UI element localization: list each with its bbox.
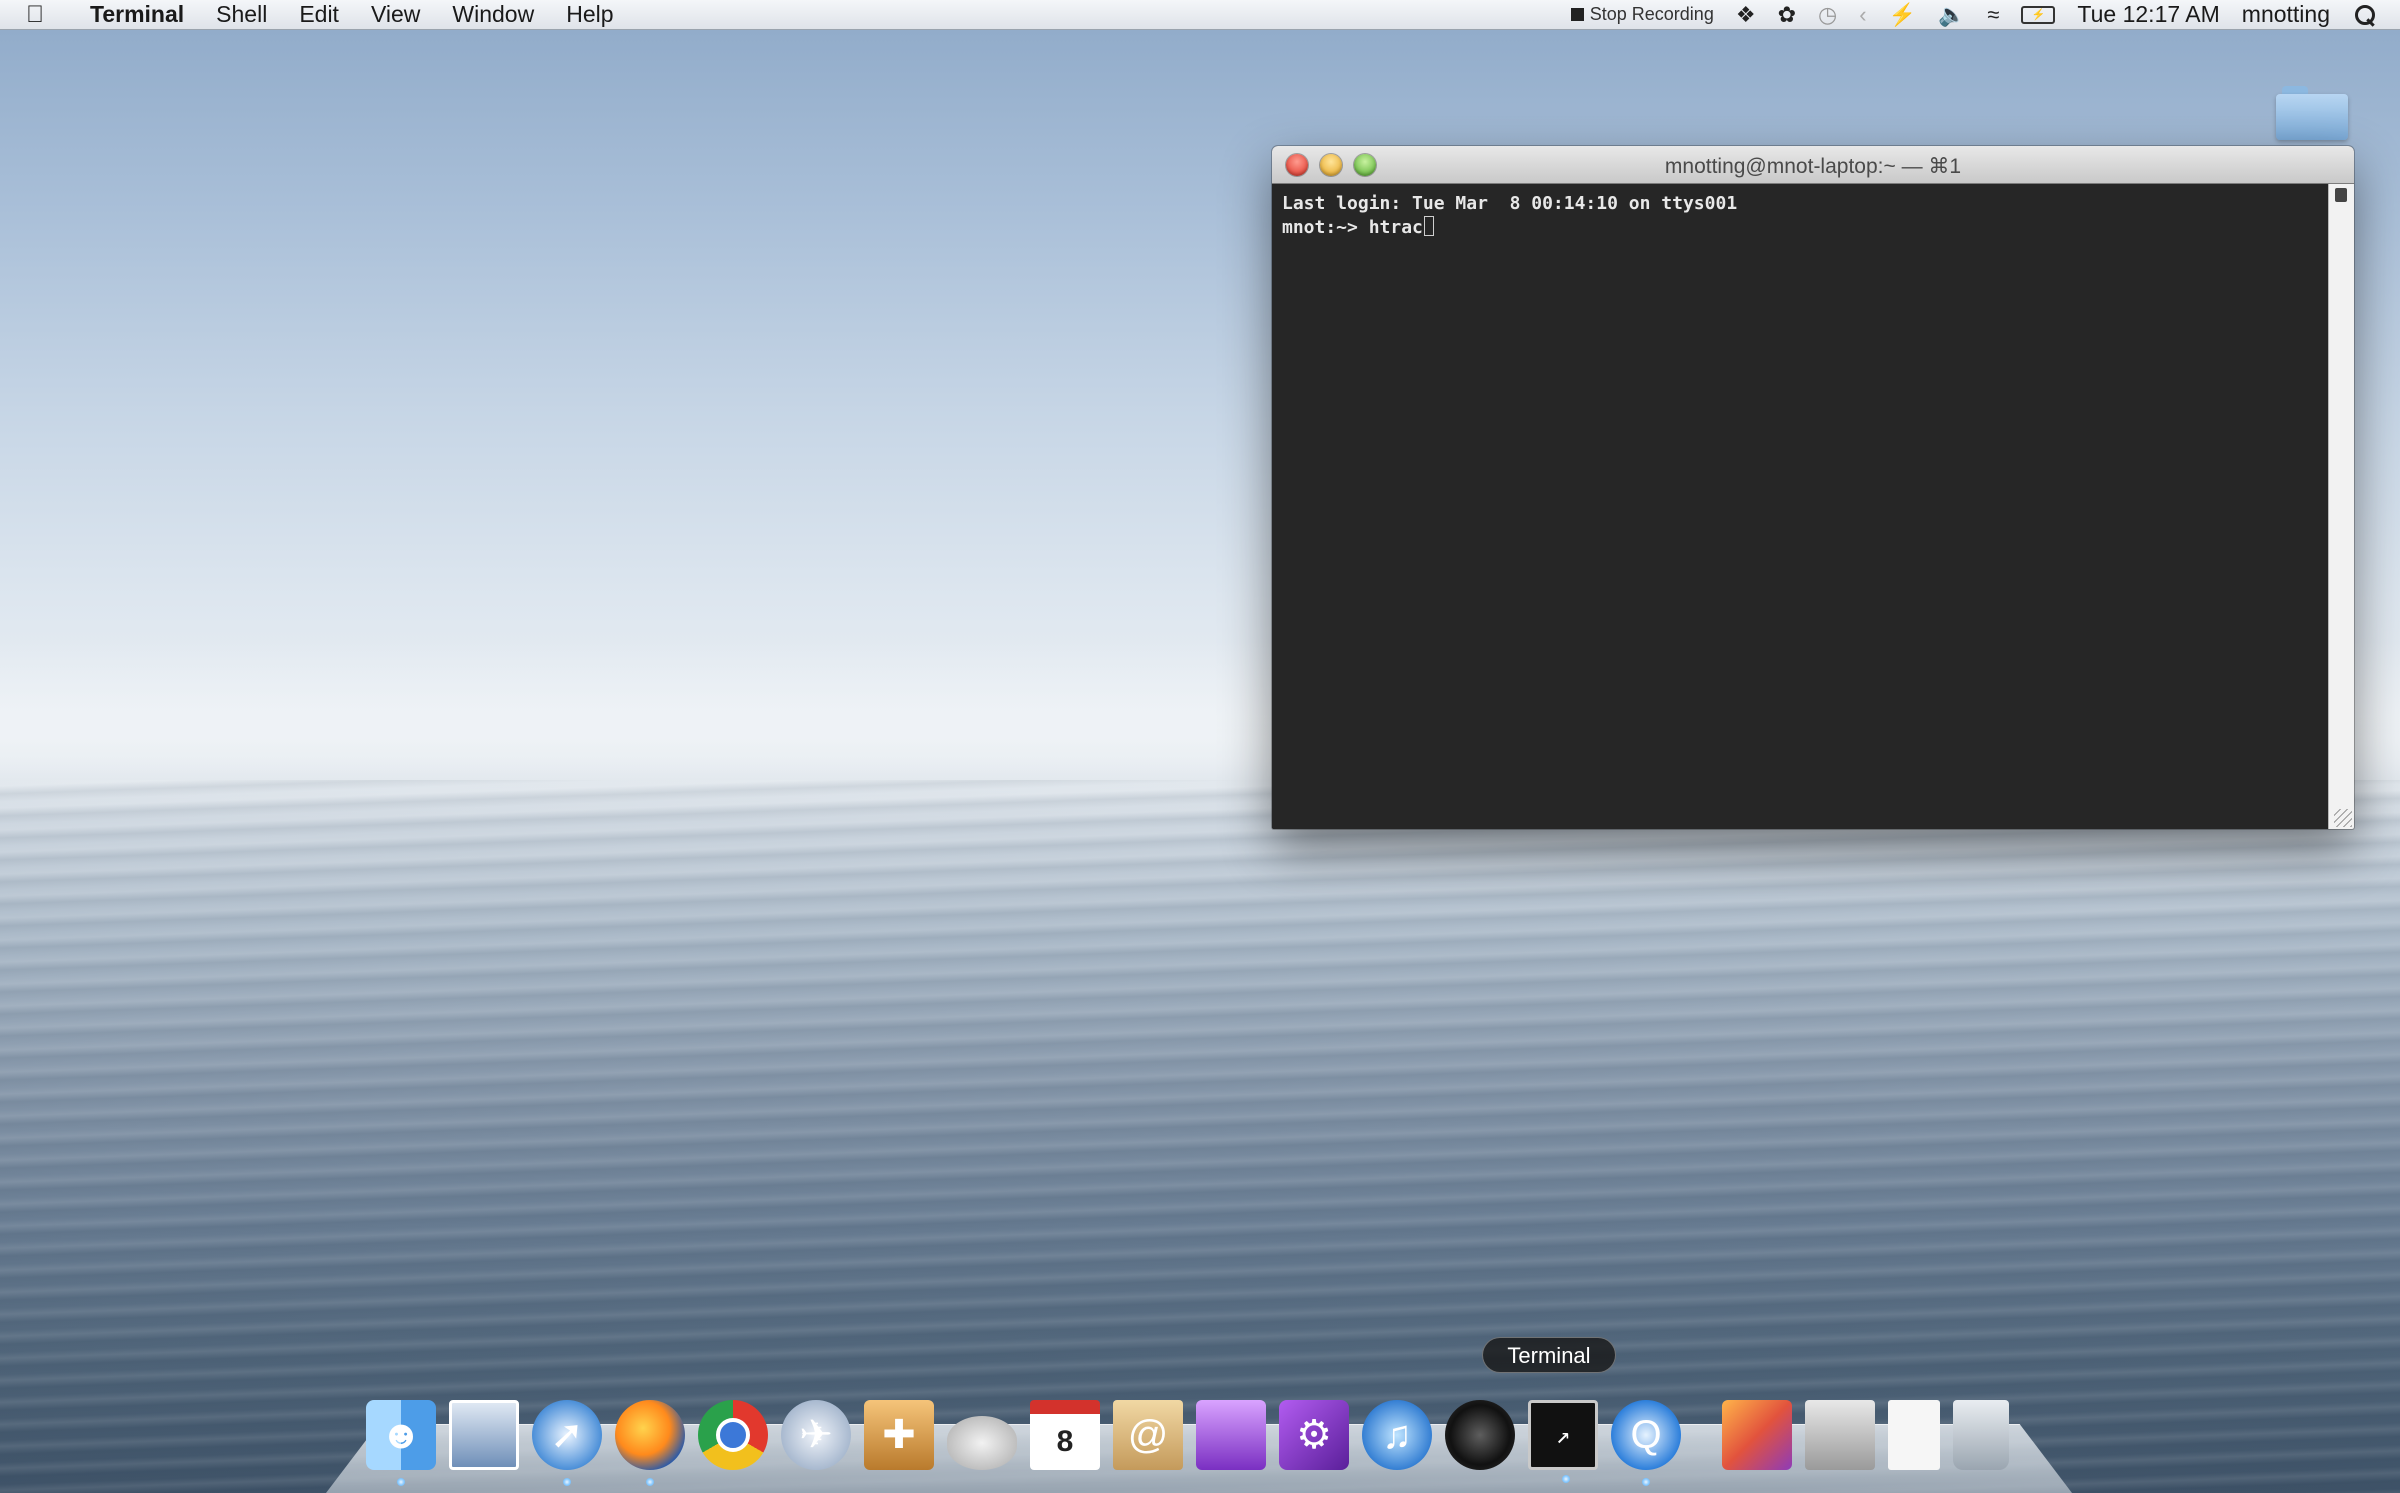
folder-body <box>2276 94 2348 140</box>
power-icon[interactable]: ⚡ <box>1889 2 1916 28</box>
resize-handle[interactable] <box>2334 809 2352 827</box>
dropbox-icon[interactable]: ❖ <box>1736 2 1756 28</box>
growl-icon[interactable]: ✿ <box>1778 2 1796 28</box>
stop-icon <box>1570 8 1584 21</box>
spotlight-icon[interactable] <box>2352 2 2378 28</box>
folder-icon[interactable] <box>2276 86 2348 140</box>
volume-icon[interactable]: 🔈 <box>1938 2 1965 28</box>
camera-icon[interactable] <box>1445 1400 1515 1470</box>
clock[interactable]: Tue 12:17 AM <box>2077 1 2219 28</box>
terminal-titlebar[interactable]: mnotting@mnot-laptop:~ — ⌘1 <box>1272 146 2354 184</box>
status-area: Stop Recording ❖ ✿ ◷ ‹ ⚡ 🔈 ≈ ⚡ Tue 12:17… <box>1549 1 2378 28</box>
wifi-icon[interactable]: ≈ <box>1987 2 1999 28</box>
menu-view[interactable]: View <box>371 1 420 28</box>
stop-recording-button[interactable]: Stop Recording <box>1570 4 1714 25</box>
water-background <box>0 780 2400 1493</box>
running-indicator <box>563 1478 571 1486</box>
document-icon[interactable] <box>1888 1400 1940 1470</box>
safari-icon[interactable]: ➚ <box>532 1400 602 1486</box>
terminal-window: mnotting@mnot-laptop:~ — ⌘1 Last login: … <box>1272 146 2354 829</box>
battery-icon[interactable]: ⚡ <box>2021 5 2056 24</box>
text-cursor <box>1423 216 1434 236</box>
address-book-icon[interactable]: @ <box>1113 1400 1183 1470</box>
menu-shell[interactable]: Shell <box>216 1 267 28</box>
terminal-icon[interactable]: ↗ <box>1528 1400 1598 1483</box>
running-indicator <box>1642 1478 1650 1486</box>
menu-window[interactable]: Window <box>452 1 534 28</box>
media-icon[interactable] <box>1722 1400 1792 1470</box>
terminal-output[interactable]: Last login: Tue Mar 8 00:14:10 on ttys00… <box>1272 184 2328 829</box>
menu-help[interactable]: Help <box>566 1 613 28</box>
quicktime-icon[interactable]: Q <box>1611 1400 1681 1486</box>
terminal-command: mnot:~> htrac <box>1282 217 1423 238</box>
apple-icon[interactable]:  <box>26 1 72 29</box>
menu-app-terminal[interactable]: Terminal <box>90 1 184 28</box>
package-icon[interactable]: ✚ <box>864 1400 934 1470</box>
chat-icon[interactable] <box>947 1416 1017 1470</box>
running-indicator <box>646 1478 654 1486</box>
timemachine-icon[interactable]: ◷ <box>1818 2 1837 28</box>
calendar-icon[interactable]: 8 <box>1030 1400 1100 1470</box>
running-indicator <box>397 1478 405 1486</box>
scrollbar[interactable] <box>2328 184 2354 829</box>
app-icon[interactable]: ⚙ <box>1279 1400 1349 1470</box>
chrome-icon[interactable] <box>698 1400 768 1470</box>
mail-icon[interactable]: ✈ <box>781 1400 851 1470</box>
finder-icon[interactable]: ☻ <box>366 1400 436 1486</box>
itunes-icon[interactable]: ♫ <box>1362 1400 1432 1470</box>
window-title: mnotting@mnot-laptop:~ — ⌘1 <box>1664 155 1962 178</box>
terminal-line-prompt: mnot:~> htrac <box>1282 216 2318 240</box>
dock-tooltip: Terminal <box>1482 1337 1616 1373</box>
firefox-icon[interactable] <box>615 1400 685 1486</box>
running-indicator <box>1562 1475 1570 1483</box>
folder-app-icon[interactable] <box>1196 1400 1266 1470</box>
bluetooth-icon[interactable]: ‹ <box>1859 2 1866 28</box>
preview-icon[interactable] <box>449 1400 519 1470</box>
menu-bar:  Terminal Shell Edit View Window Help S… <box>0 0 2400 30</box>
menu-edit[interactable]: Edit <box>299 1 339 28</box>
user-menu[interactable]: mnotting <box>2242 1 2330 28</box>
stop-recording-label: Stop Recording <box>1589 4 1714 24</box>
scrollbar-thumb[interactable] <box>2335 188 2347 202</box>
screen-icon[interactable] <box>1805 1400 1875 1470</box>
terminal-line-login: Last login: Tue Mar 8 00:14:10 on ttys00… <box>1282 193 1738 214</box>
trash-icon[interactable] <box>1953 1400 2009 1470</box>
dock: ☻ ➚ ✈ ✚ 8 @ ⚙ ♫ ↗ Q <box>366 1394 2022 1486</box>
